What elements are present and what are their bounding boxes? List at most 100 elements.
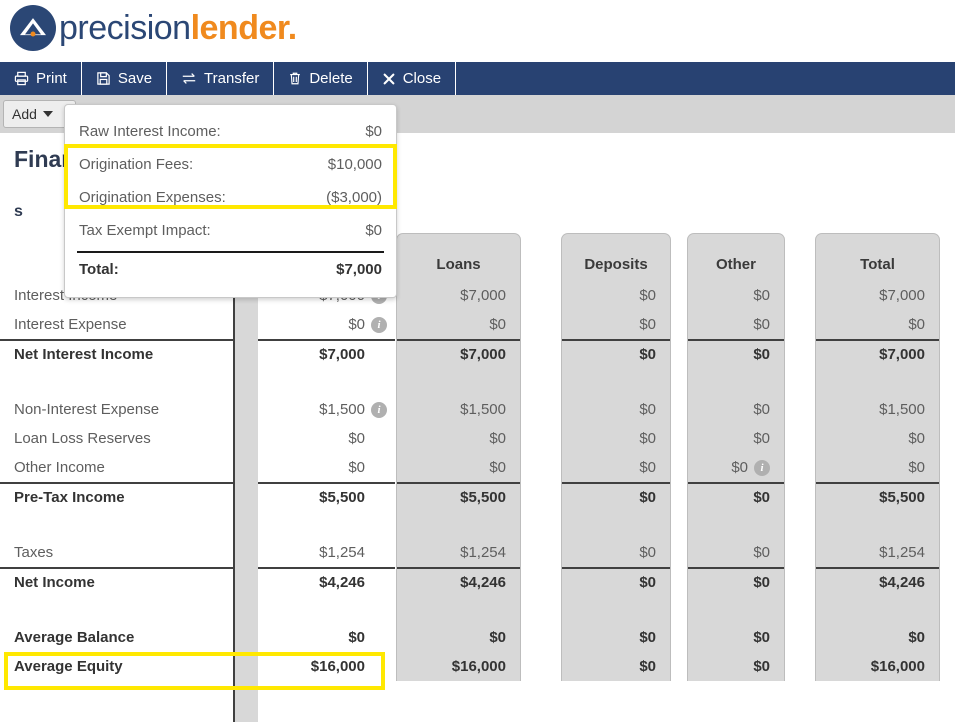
grid-spacer-row [562,511,670,538]
grid-spacer-row [816,368,939,395]
info-icon[interactable]: i [371,401,387,418]
grid-spacer-row [258,511,395,538]
grid-cell-deposits-value: $0 [639,658,656,675]
grid-spacer-row [0,511,233,538]
grid-cells-loans: $7,000 $0 $7,000 $1,500 $0 $0 $5,500 $1,254 $4… [396,281,521,681]
popup-row: Raw Interest Income: $0 [65,115,396,148]
grid-spacer-row [688,596,784,623]
popup-row: Origination Expenses: ($3,000) [65,181,396,214]
popup-row-value: ($3,000) [326,189,382,206]
grid-column-labels: Interest IncomeInterest ExpenseNet Inter… [0,233,233,681]
grid-cell-deposits-value: $0 [639,489,656,506]
interest-income-breakdown-popup: Raw Interest Income: $0 Origination Fees: $… [64,104,397,298]
grid-spacer-row [258,368,395,395]
grid-cell-deposits: $0 [562,339,670,368]
grid-row-label: Average Balance [0,623,233,652]
precisionlender-logo[interactable]: precisionlender. [10,5,297,51]
info-icon[interactable]: i [371,316,387,333]
grid-cell-loans: $1,500 [397,395,520,424]
popup-row-label: Raw Interest Income: [79,123,221,140]
grid-cell-total-value: $0 [908,316,925,333]
grid-cell-deposits: $0 [562,424,670,453]
grid-cell-deposits-value: $0 [639,287,656,304]
grid-cell-deposits-value: $0 [639,574,656,591]
grid-cell-loans: $0 [397,453,520,482]
grid-cell-other: $0 [688,623,784,652]
grid-row-label: Interest Expense [0,310,233,339]
popup-total-value: $7,000 [336,260,382,278]
grid-cell-total-value: $7,000 [879,346,925,363]
grid-cell-total-value: $5,500 [879,489,925,506]
grid-row-label: Pre-Tax Income [0,482,233,511]
grid-cell-deposits: $0 [562,567,670,596]
grid-column-loans: Loans $7,000 $0 $7,000 $1,500 $0 $0 $5,500 $1… [396,233,521,681]
delete-button[interactable]: Delete [274,62,368,95]
grid-cell-primary-value: $5,500 [319,489,365,506]
grid-row-label-text: Average Balance [14,629,135,646]
grid-cell-total: $16,000 [816,652,939,681]
grid-cell-other-value: $0 [753,544,770,561]
grid-cell-total: $7,000 [816,339,939,368]
grid-cell-deposits-value: $0 [639,346,656,363]
grid-cell-deposits: $0 [562,482,670,511]
grid-cell-primary: $0 [258,424,395,453]
chevron-down-icon [42,111,53,117]
grid-cell-loans: $4,246 [397,567,520,596]
grid-cell-primary-value: $0 [348,629,365,646]
grid-cell-loans-value: $0 [489,430,506,447]
grid-row-label-text: Net Income [14,574,95,591]
grid-cell-other-value: $0 [753,574,770,591]
save-button[interactable]: Save [82,62,168,95]
grid-cell-other: $0 [688,310,784,339]
grid-cell-total-value: $0 [908,430,925,447]
grid-cell-loans-value: $4,246 [460,574,506,591]
grid-cell-primary-value: $0 [348,430,365,447]
grid-spacer-row [397,596,520,623]
logo-word-precision: precision [59,8,191,47]
transfer-button[interactable]: Transfer [167,62,275,95]
grid-cell-primary: $0 i [258,310,395,339]
grid-cells-primary: $7,000i$0i$7,000 $1,500i$0$0$5,500 $1,25… [258,281,395,681]
grid-cell-loans: $7,000 [397,281,520,310]
info-icon[interactable]: i [754,459,770,476]
grid-row-label: Net Income [0,567,233,596]
popup-total-row: Total: $7,000 [77,251,384,285]
grid-spacer-row [397,368,520,395]
add-dropdown-label: Add [12,106,37,122]
grid-cell-deposits-value: $0 [639,544,656,561]
grid-cell-loans-value: $5,500 [460,489,506,506]
grid-cell-loans: $5,500 [397,482,520,511]
grid-cell-total-value: $7,000 [879,287,925,304]
grid-cell-primary-value: $1,500 [319,401,365,418]
grid-cells-total: $7,000 $0 $7,000 $1,500 $0 $0 $5,500 $1,254 $4… [815,281,940,681]
grid-cell-total: $4,246 [816,567,939,596]
main-toolbar: Print Save Transfer Delete Close [0,62,955,95]
grid-row-label-text: Interest Expense [14,316,127,333]
grid-cell-loans-value: $1,500 [460,401,506,418]
brand-header: precisionlender. [0,0,955,62]
close-button[interactable]: Close [368,62,457,95]
grid-cell-other: $0 i [688,453,784,482]
grid-cell-total: $0 [816,424,939,453]
grid-row-label: Taxes [0,538,233,567]
grid-cell-total: $1,254 [816,538,939,567]
grid-spacer-row [816,596,939,623]
grid-cell-total: $5,500 [816,482,939,511]
grid-spacer-row [688,368,784,395]
grid-cell-primary: $4,246 [258,567,395,596]
grid-cell-other: $0 [688,281,784,310]
grid-cell-other-value: $0 [753,430,770,447]
grid-cell-primary: $0 [258,623,395,652]
grid-cell-total-value: $1,500 [879,401,925,418]
save-button-label: Save [117,70,153,87]
grid-cell-loans: $16,000 [397,652,520,681]
popup-row: Tax Exempt Impact: $0 [65,214,396,247]
grid-cell-primary: $1,500 i [258,395,395,424]
grid-cell-other-value: $0 [753,346,770,363]
grid-cell-loans: $0 [397,310,520,339]
grid-cell-deposits: $0 [562,652,670,681]
grid-cell-primary-value: $16,000 [310,658,365,675]
grid-cell-loans-value: $7,000 [460,287,506,304]
print-button[interactable]: Print [0,62,82,95]
grid-cell-loans-value: $7,000 [460,346,506,363]
